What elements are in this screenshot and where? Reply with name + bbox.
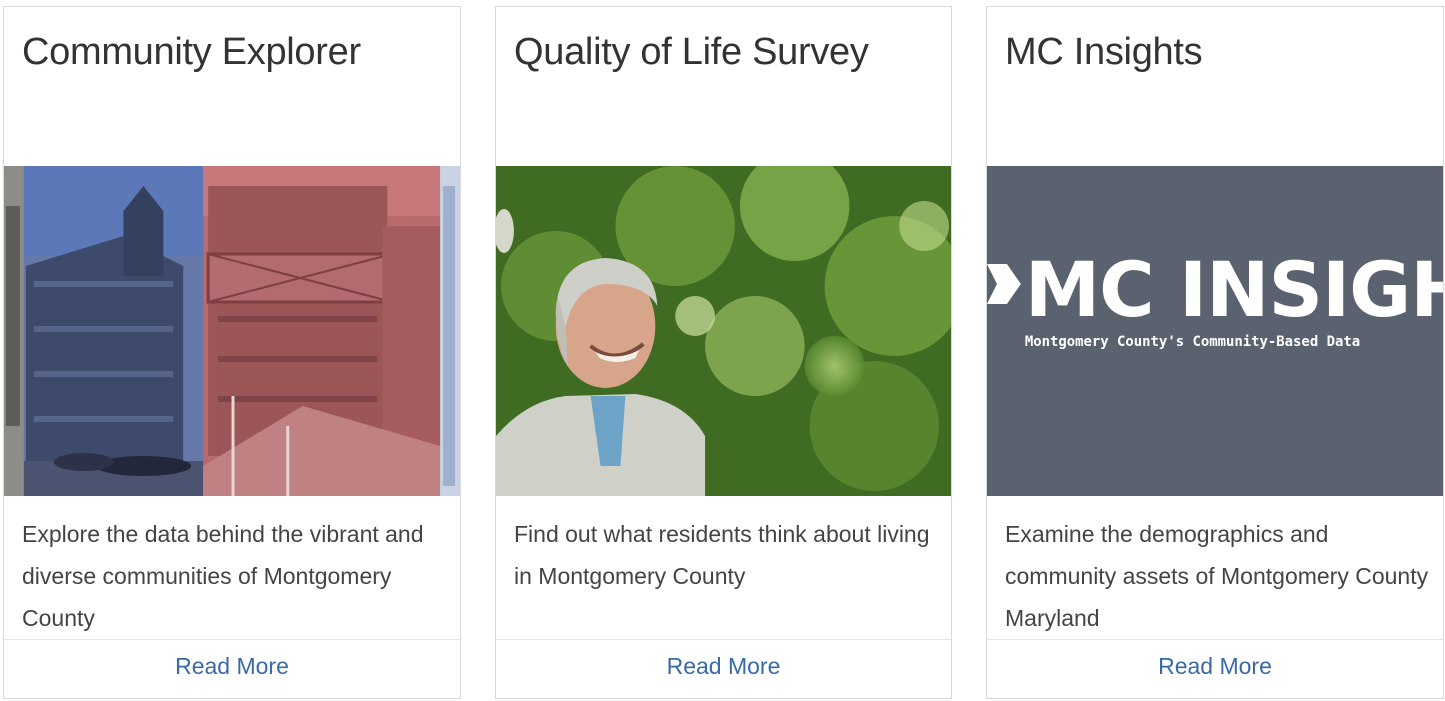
quality-of-life-image[interactable] xyxy=(496,166,951,496)
card-description: Examine the demographics and community a… xyxy=(1005,521,1429,631)
card-footer: Read More xyxy=(496,639,951,698)
card-title: MC Insights xyxy=(1005,31,1203,73)
logo-tagline: Montgomery County's Community-Based Data xyxy=(1025,334,1360,350)
card-footer: Read More xyxy=(987,639,1443,698)
logo-headline: MC INSIGHTS xyxy=(1025,246,1443,334)
card-description: Explore the data behind the vibrant and … xyxy=(22,521,424,631)
city-buildings-icon xyxy=(4,166,460,496)
read-more-link[interactable]: Read More xyxy=(175,653,289,680)
card-title: Quality of Life Survey xyxy=(514,31,869,73)
card-title: Community Explorer xyxy=(22,31,361,73)
card-quality-of-life-survey: Quality of Life Survey Find out what res… xyxy=(495,6,952,699)
card-community-explorer: Community Explorer Explore the data behi… xyxy=(3,6,461,699)
mc-insights-image[interactable]: MC INSIGHTS Montgomery County's Communit… xyxy=(987,166,1443,496)
card-description: Find out what residents think about livi… xyxy=(514,521,930,589)
community-explorer-image[interactable] xyxy=(4,166,460,496)
mc-insights-logo-icon: MC INSIGHTS Montgomery County's Communit… xyxy=(987,166,1443,496)
smiling-man-icon xyxy=(496,166,951,496)
card-footer: Read More xyxy=(4,639,460,698)
read-more-link[interactable]: Read More xyxy=(1158,653,1272,680)
read-more-link[interactable]: Read More xyxy=(667,653,781,680)
card-mc-insights: MC Insights MC INSIGHTS Montgomery Count… xyxy=(986,6,1444,699)
